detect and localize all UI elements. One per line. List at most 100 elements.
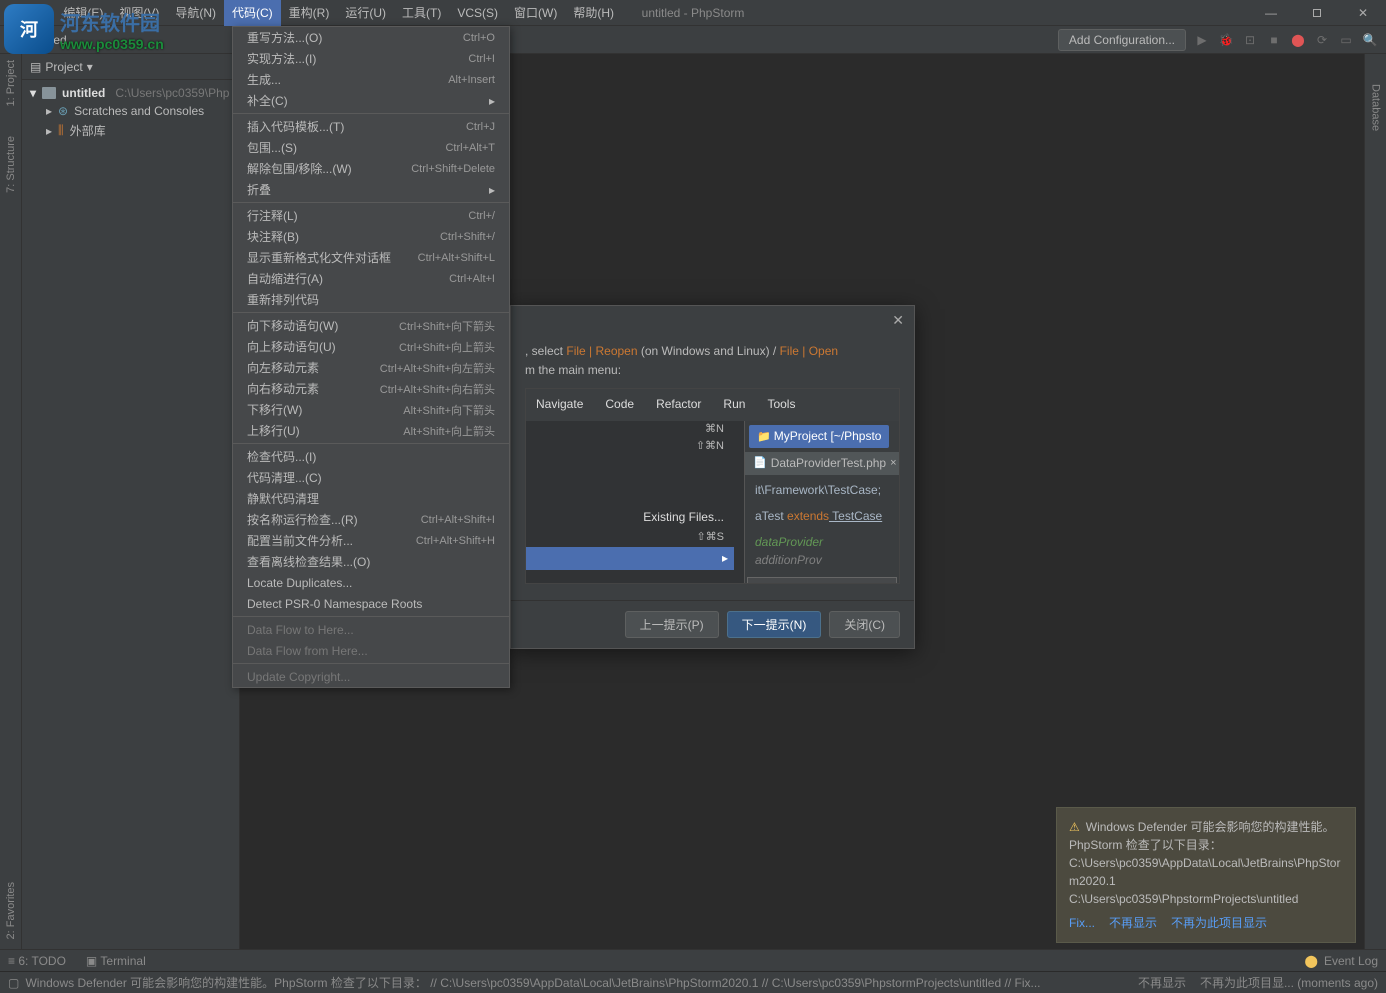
debug-icon[interactable]: 🐞	[1218, 32, 1234, 48]
menu-run[interactable]: 运行(U)	[337, 0, 394, 26]
menu-item: Update Copyright...	[233, 666, 509, 687]
menu-item[interactable]: Locate Duplicates...	[233, 572, 509, 593]
menu-window[interactable]: 窗口(W)	[506, 0, 565, 26]
bottom-tool-tabs: ≡ 6: TODO ▣ Terminal ⬤ Event Log	[0, 949, 1386, 971]
menu-item[interactable]: 按名称运行检查...(R)Ctrl+Alt+Shift+I	[233, 509, 509, 530]
warning-icon: ⚠	[1069, 820, 1080, 834]
chevron-down-icon: ▾	[30, 86, 36, 100]
menu-item[interactable]: 静默代码清理	[233, 488, 509, 509]
menu-code[interactable]: 代码(C)	[224, 0, 281, 26]
menu-item[interactable]: 向右移动元素Ctrl+Alt+Shift+向右箭头	[233, 378, 509, 399]
menu-item[interactable]: 向下移动语句(W)Ctrl+Shift+向下箭头	[233, 315, 509, 336]
right-tool-gutter: Database	[1364, 54, 1386, 949]
menu-item[interactable]: 块注释(B)Ctrl+Shift+/	[233, 226, 509, 247]
menu-bar: 文件(F) 编辑(E) 视图(V) 导航(N) 代码(C) 重构(R) 运行(U…	[0, 0, 622, 26]
tip-dialog: ✕ , select File | Reopen (on Windows and…	[510, 305, 915, 649]
library-icon: ⫼	[58, 123, 64, 138]
status-bar: ▢ Windows Defender 可能会影响您的构建性能。PhpStorm …	[0, 971, 1386, 993]
menu-item[interactable]: 上移行(U)Alt+Shift+向上箭头	[233, 420, 509, 441]
left-tool-gutter: 1: Project 7: Structure 2: Favorites	[0, 54, 22, 949]
run-icon[interactable]: ▶	[1194, 32, 1210, 48]
toolbar: untitled Add Configuration... ▶ 🐞 ⊡ ■ ⬤ …	[0, 26, 1386, 54]
project-icon: ▤	[30, 60, 41, 74]
menu-view[interactable]: 视图(V)	[111, 0, 167, 26]
fix-link[interactable]: Fix...	[1069, 914, 1095, 932]
tab-database[interactable]: Database	[1370, 84, 1382, 131]
menu-item[interactable]: 重写方法...(O)Ctrl+O	[233, 27, 509, 48]
tree-item-scratches[interactable]: ▸ ⊛ Scratches and Consoles	[22, 102, 239, 120]
menu-item[interactable]: 查看离线检查结果...(O)	[233, 551, 509, 572]
menu-file[interactable]: 文件(F)	[0, 0, 55, 26]
menu-item[interactable]: 代码清理...(C)	[233, 467, 509, 488]
prev-tip-button[interactable]: 上一提示(P)	[625, 611, 719, 638]
dont-show-project-link[interactable]: 不再为此项目显示	[1171, 914, 1267, 932]
search-icon[interactable]: 🔍	[1362, 32, 1378, 48]
menu-item[interactable]: 行注释(L)Ctrl+/	[233, 205, 509, 226]
update-icon[interactable]: ⟳	[1314, 32, 1330, 48]
menu-item[interactable]: 检查代码...(I)	[233, 446, 509, 467]
menu-tools[interactable]: 工具(T)	[394, 0, 449, 26]
tab-structure[interactable]: 7: Structure	[5, 136, 17, 193]
folder-icon	[8, 34, 22, 46]
menu-item[interactable]: 自动缩进行(A)Ctrl+Alt+I	[233, 268, 509, 289]
menu-item[interactable]: 下移行(W)Alt+Shift+向下箭头	[233, 399, 509, 420]
highlighted-menu-item: ▸	[526, 547, 734, 570]
menu-item[interactable]: 重新排列代码	[233, 289, 509, 310]
window-title: untitled - PhpStorm	[642, 6, 745, 20]
menu-item[interactable]: 补全(C)▸	[233, 90, 509, 111]
completion-popup: ComposerTest	[747, 577, 897, 584]
breadcrumb[interactable]: untitled	[8, 33, 67, 47]
scratches-icon: ⊛	[58, 104, 68, 118]
notification-balloon: ⚠Windows Defender 可能会影响您的构建性能。 PhpStorm …	[1056, 807, 1356, 943]
layout-icon[interactable]: ▭	[1338, 32, 1354, 48]
menu-item[interactable]: 折叠▸	[233, 179, 509, 200]
status-indicator-icon[interactable]: ▢	[8, 976, 19, 990]
project-file-item: 📁 MyProject [~/Phpsto	[749, 425, 889, 449]
stop-icon[interactable]: ■	[1266, 32, 1282, 48]
menu-item[interactable]: 向上移动语句(U)Ctrl+Shift+向上箭头	[233, 336, 509, 357]
close-icon[interactable]: ✕	[892, 312, 904, 329]
tip-text: , select	[525, 344, 566, 358]
menu-item[interactable]: 生成...Alt+Insert	[233, 69, 509, 90]
project-panel-header[interactable]: ▤ Project ▾	[22, 54, 239, 80]
menu-item[interactable]: 实现方法...(I)Ctrl+I	[233, 48, 509, 69]
menu-item[interactable]: 配置当前文件分析...Ctrl+Alt+Shift+H	[233, 530, 509, 551]
minimize-button[interactable]: —	[1248, 0, 1294, 26]
listen-icon[interactable]: ⬤	[1290, 32, 1306, 48]
menu-item[interactable]: 显示重新格式化文件对话框Ctrl+Alt+Shift+L	[233, 247, 509, 268]
menu-help[interactable]: 帮助(H)	[565, 0, 622, 26]
close-button[interactable]: ✕	[1340, 0, 1386, 26]
menu-item: Data Flow to Here...	[233, 619, 509, 640]
menu-item: Data Flow from Here...	[233, 640, 509, 661]
menu-navigate[interactable]: 导航(N)	[167, 0, 224, 26]
tab-favorites[interactable]: 2: Favorites	[5, 882, 17, 939]
tab-event-log[interactable]: Event Log	[1324, 954, 1378, 968]
menu-item[interactable]: 解除包围/移除...(W)Ctrl+Shift+Delete	[233, 158, 509, 179]
menu-item[interactable]: Detect PSR-0 Namespace Roots	[233, 593, 509, 614]
tab-project[interactable]: 1: Project	[5, 60, 17, 106]
menu-item[interactable]: 向左移动元素Ctrl+Alt+Shift+向左箭头	[233, 357, 509, 378]
status-message: Windows Defender 可能会影响您的构建性能。PhpStorm 检查…	[25, 974, 1040, 991]
dont-show-link[interactable]: 不再显示	[1109, 914, 1157, 932]
menu-item[interactable]: 插入代码模板...(T)Ctrl+J	[233, 116, 509, 137]
close-tip-button[interactable]: 关闭(C)	[829, 611, 900, 638]
add-configuration-button[interactable]: Add Configuration...	[1058, 29, 1186, 51]
tip-illustration: Navigate Code Refactor Run Tools ⌘N ⇧⌘N …	[525, 388, 900, 584]
next-tip-button[interactable]: 下一提示(N)	[727, 611, 822, 638]
menu-item[interactable]: 包围...(S)Ctrl+Alt+T	[233, 137, 509, 158]
coverage-icon[interactable]: ⊡	[1242, 32, 1258, 48]
menu-vcs[interactable]: VCS(S)	[449, 0, 506, 26]
code-menu-dropdown: 重写方法...(O)Ctrl+O实现方法...(I)Ctrl+I生成...Alt…	[232, 26, 510, 688]
menu-refactor[interactable]: 重构(R)	[281, 0, 338, 26]
tab-terminal[interactable]: ▣ Terminal	[86, 954, 146, 968]
maximize-button[interactable]	[1294, 0, 1340, 26]
chevron-right-icon: ▸	[46, 124, 52, 138]
project-root[interactable]: ▾ untitled C:\Users\pc0359\Php	[22, 84, 239, 102]
project-panel: ▤ Project ▾ ▾ untitled C:\Users\pc0359\P…	[22, 54, 240, 949]
event-log-icon: ⬤	[1305, 954, 1318, 968]
tab-todo[interactable]: ≡ 6: TODO	[8, 954, 66, 968]
tree-item-external[interactable]: ▸ ⫼ 外部库	[22, 120, 239, 141]
menu-edit[interactable]: 编辑(E)	[55, 0, 111, 26]
editor-tab: 📄 DataProviderTest.php ×	[745, 452, 899, 475]
folder-icon	[42, 87, 56, 99]
